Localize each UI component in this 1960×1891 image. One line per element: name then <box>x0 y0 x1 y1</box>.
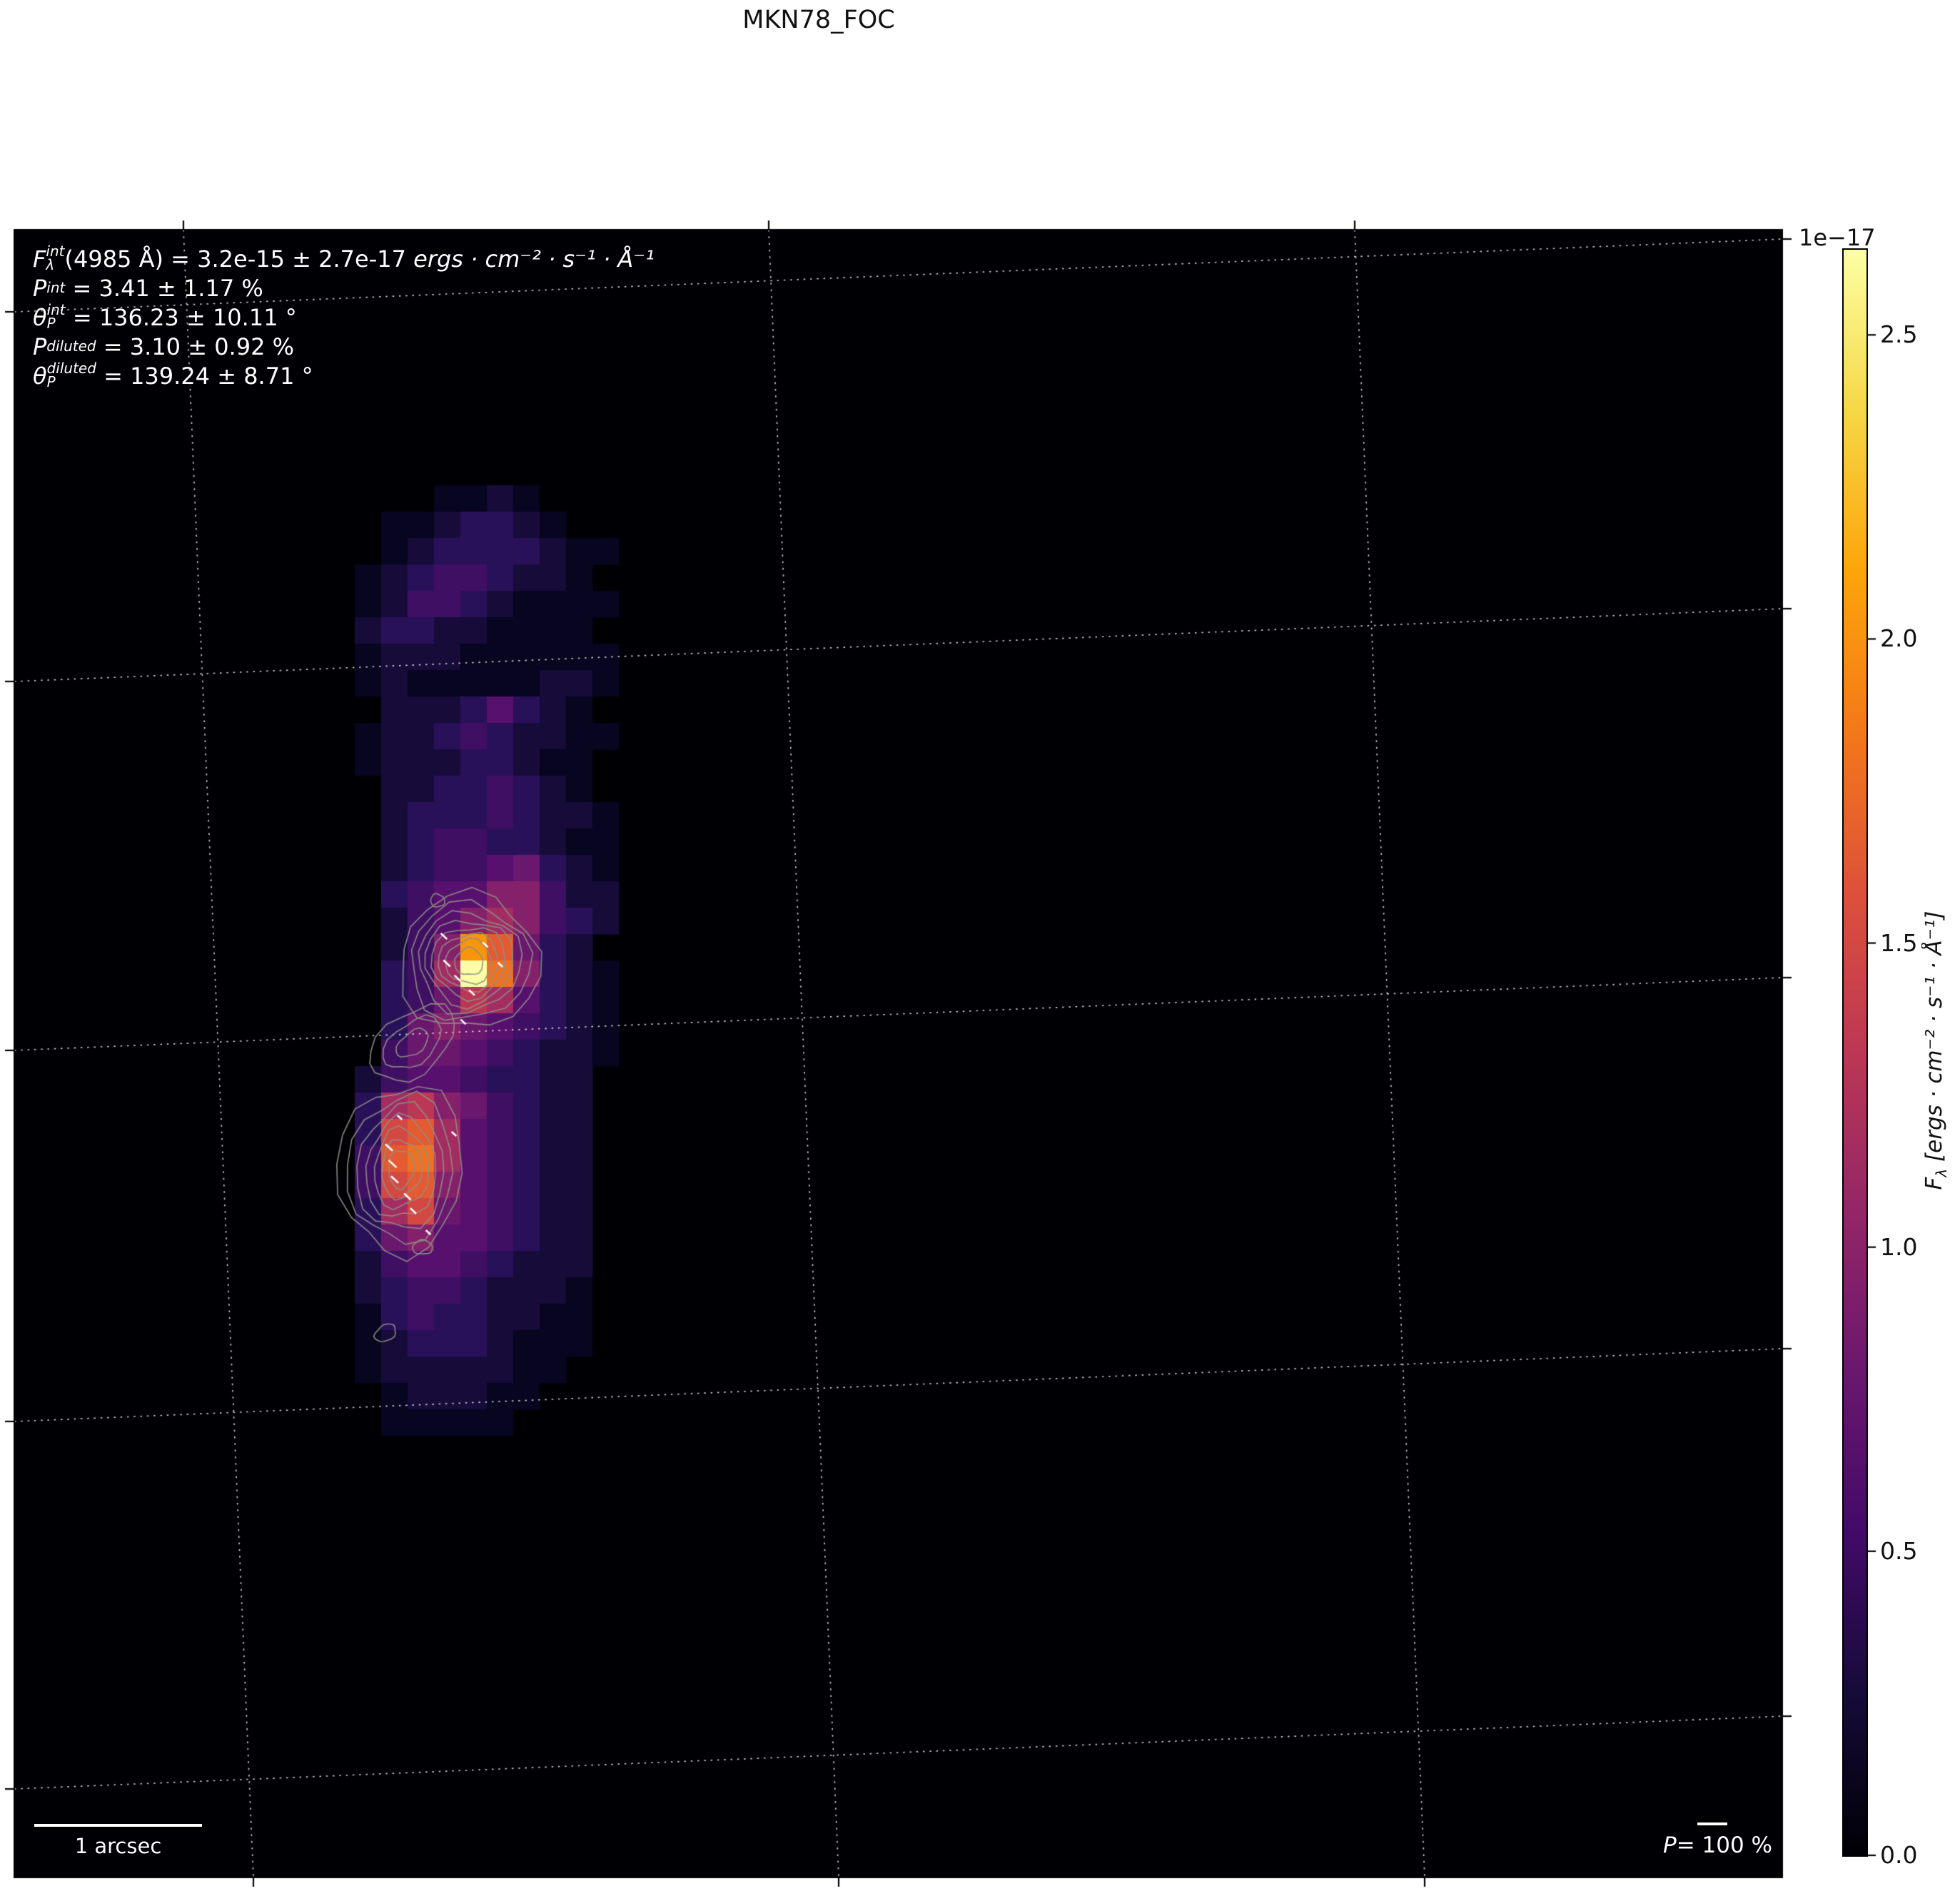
symbol: F <box>1921 1177 1947 1190</box>
colorbar-tick-label: 1.0 <box>1880 1232 1918 1261</box>
annotation-p-int: Pint = 3.41 ± 1.17 % <box>33 275 655 304</box>
units-text: [ergs · cm⁻² · s⁻¹ · Å⁻¹] <box>1921 911 1947 1169</box>
annotation-flux: Fint λ (4985 Å) = 3.2e-15 ± 2.7e-17 ergs ·… <box>33 244 655 275</box>
sup: diluted <box>46 337 96 355</box>
colorbar-axis-label: Fλ [ergs · cm⁻² · s⁻¹ · Å⁻¹] <box>1921 911 1950 1190</box>
figure-root: MKN78_FOC Fint λ (4985 Å) = 3.2e-15 ± 2.7e… <box>0 0 1960 1891</box>
value-text: = 100 % <box>1676 1832 1773 1858</box>
sup-sub: diluted P <box>46 361 96 390</box>
polarization-reference-label: P= 100 % <box>1663 1832 1772 1858</box>
value-text: = 3.41 ± 1.17 % <box>65 275 263 302</box>
sup-sub: diluted <box>46 337 96 355</box>
sub: P <box>46 315 56 332</box>
colorbar-tick-label: 0.5 <box>1880 1536 1918 1565</box>
colorbar-tick-label: 2.5 <box>1880 320 1918 349</box>
units-text: ergs · cm⁻² · s⁻¹ · Å⁻¹ <box>413 245 655 273</box>
colorbar-tick-label: 1.5 <box>1880 928 1918 957</box>
symbol: θ <box>33 304 47 331</box>
annotation-theta-diluted: θ diluted P = 139.24 ± 8.71 ° <box>33 361 655 392</box>
arcsec-scalebar-label: 1 arcsec <box>74 1834 162 1858</box>
sub: λ <box>1933 1168 1951 1177</box>
symbol: θ <box>33 363 47 390</box>
colorbar <box>1842 248 1868 1857</box>
sup-sub: int <box>46 278 66 296</box>
symbol: P <box>33 333 47 360</box>
polarization-reference-bar <box>1697 1822 1727 1825</box>
arcsec-scalebar <box>34 1824 202 1827</box>
annotation-theta-int: θ int P = 136.23 ± 10.11 ° <box>33 303 655 333</box>
colorbar-offset-label: 1e−17 <box>1799 224 1876 251</box>
value-text: = 139.24 ± 8.71 ° <box>96 363 313 390</box>
figure-title: MKN78_FOC <box>742 6 895 34</box>
sup-sub: int P <box>47 303 66 330</box>
symbol: P <box>1663 1832 1677 1858</box>
value-text: (4985 Å) = 3.2e-15 ± 2.7e-17 <box>64 245 414 273</box>
value-text: = 136.23 ± 10.11 ° <box>65 304 297 331</box>
value-text: = 3.10 ± 0.92 % <box>96 333 295 360</box>
sup: int <box>46 278 66 296</box>
sub: λ <box>46 256 55 273</box>
symbol: P <box>33 275 47 302</box>
colorbar-tick-label: 0.0 <box>1880 1841 1918 1869</box>
sup-sub: int λ <box>46 244 64 273</box>
annotation-p-diluted: Pdiluted = 3.10 ± 0.92 % <box>33 333 655 363</box>
polarimetry-annotations: Fint λ (4985 Å) = 3.2e-15 ± 2.7e-17 ergs ·… <box>33 244 655 392</box>
colorbar-tick-label: 2.0 <box>1880 624 1918 653</box>
sub: P <box>46 373 56 390</box>
symbol: F <box>33 245 46 273</box>
